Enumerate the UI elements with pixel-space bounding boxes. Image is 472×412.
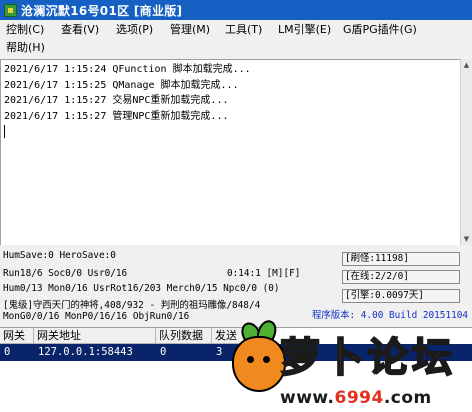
menu-view[interactable]: 查看(V) xyxy=(61,22,99,40)
status-save: HumSave:0 HeroSave:0 xyxy=(3,250,116,261)
log-line: 2021/6/17 1:15:24 QFunction 脚本加载完成... xyxy=(4,64,251,75)
text-caret xyxy=(4,125,5,138)
cell-send: 3 xyxy=(216,346,223,358)
title-bar[interactable]: 沧澜沉默16号01区 [商业版] xyxy=(0,0,472,20)
col-header-queue[interactable]: 队列数据 xyxy=(156,328,212,344)
col-header-gateway[interactable]: 网关 xyxy=(0,328,34,344)
menu-lm-engine[interactable]: LM引擎(E) xyxy=(278,22,331,40)
status-hum: Hum0/13 Mon0/16 UsrRot16/203 Merch0/15 N… xyxy=(3,283,280,294)
status-run: Run18/6 Soc0/0 Usr0/16 xyxy=(3,268,128,279)
log-line: 2021/6/17 1:15:27 交易NPC重新加载完成... xyxy=(4,95,229,106)
scroll-down-icon[interactable]: ▼ xyxy=(461,233,472,245)
cell-address: 127.0.0.1:58443 xyxy=(38,346,133,358)
window-title: 沧澜沉默16号01区 [商业版] xyxy=(21,3,183,18)
scroll-up-icon[interactable]: ▲ xyxy=(461,59,472,71)
app-icon xyxy=(4,3,17,17)
status-monster: [鬼级]守西天门的神将,408/932 - 判刑的祖玛雕像/848/4 xyxy=(3,300,261,311)
menu-options[interactable]: 选项(P) xyxy=(116,22,153,40)
table-row[interactable]: 0 127.0.0.1:58443 0 3 xyxy=(0,344,472,361)
menu-help[interactable]: 帮助(H) xyxy=(6,40,45,58)
log-line: 2021/6/17 1:15:25 QManage 脚本加载完成... xyxy=(4,79,239,91)
status-time: 0:14:1 [M][F] xyxy=(227,268,301,279)
cell-gateway: 0 xyxy=(4,346,11,358)
menu-tools[interactable]: 工具(T) xyxy=(225,22,262,40)
col-header-address[interactable]: 网关地址 xyxy=(34,328,156,344)
menu-control[interactable]: 控制(C) xyxy=(6,22,44,40)
version-label: 程序版本: 4.00 Build 20151104 xyxy=(312,310,469,321)
engine-box: [引擎:0.0097天] xyxy=(342,289,460,303)
refresh-monster-box: [刷怪:11198] xyxy=(342,252,460,266)
col-header-send[interactable]: 发送 xyxy=(212,328,252,344)
online-box: [在线:2/2/0] xyxy=(342,270,460,284)
menu-manage[interactable]: 管理(M) xyxy=(170,22,210,40)
cell-queue: 0 xyxy=(160,346,167,358)
menu-bar: 控制(C) 查看(V) 选项(P) 管理(M) 工具(T) LM引擎(E) G盾… xyxy=(0,20,472,60)
status-mon-g: MonG0/0/16 MonP0/16/16 ObjRun0/16 xyxy=(3,311,190,322)
menu-gdun-plugin[interactable]: G盾PG插件(G) xyxy=(343,22,417,40)
log-line: 2021/6/17 1:15:27 管理NPC重新加载完成... xyxy=(4,110,229,122)
log-panel[interactable]: 2021/6/17 1:15:24 QFunction 脚本加载完成... 20… xyxy=(0,59,460,245)
log-scrollbar[interactable]: ▲ ▼ xyxy=(460,59,472,245)
gateway-table: 网关 网关地址 队列数据 发送 0 127.0.0.1:58443 0 3 xyxy=(0,327,472,412)
